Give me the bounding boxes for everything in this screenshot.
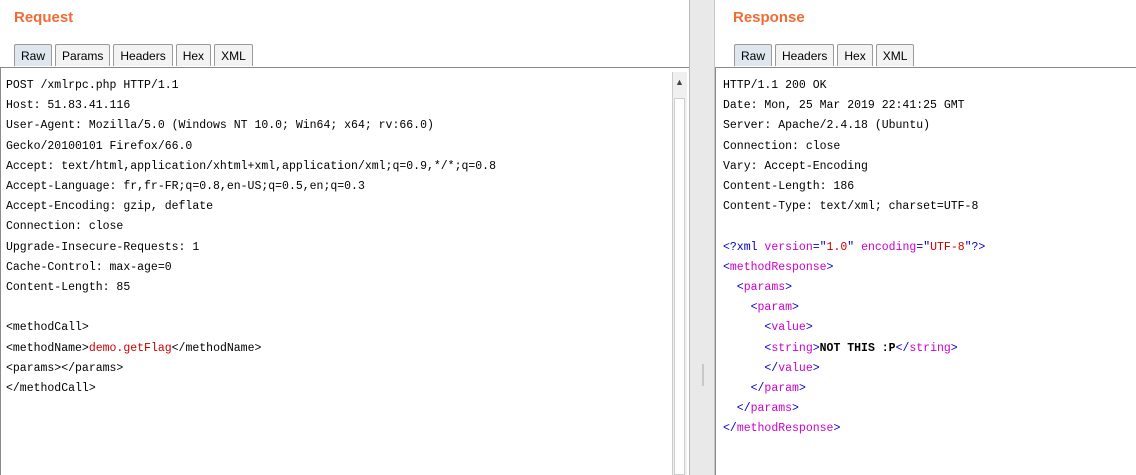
request-line: Accept-Encoding: gzip, deflate	[6, 200, 214, 214]
xml-tag: value	[771, 321, 806, 335]
request-tab-bar: Raw Params Headers Hex XML	[14, 44, 256, 66]
xml-string-value: NOT THIS :P	[819, 341, 896, 355]
xml-attr-value: UTF-8	[930, 240, 965, 254]
xml-markup: </	[723, 382, 765, 396]
tab-raw[interactable]: Raw	[14, 44, 53, 66]
xml-markup: <	[723, 281, 744, 295]
xml-markup: "?>	[964, 240, 986, 254]
xml-markup: <	[723, 321, 772, 335]
divider-grip[interactable]	[702, 364, 704, 386]
xml-tag: string	[909, 341, 951, 355]
method-name-value: demo.getFlag	[88, 341, 172, 355]
request-line: Content-Length: 85	[6, 281, 131, 295]
request-line: POST /xmlrpc.php HTTP/1.1	[6, 79, 179, 92]
tab-xml[interactable]: XML	[214, 44, 253, 66]
request-line: Cache-Control: max-age=0	[6, 260, 172, 274]
xml-markup: >	[950, 341, 958, 355]
xml-markup: >	[798, 382, 806, 396]
xml-markup: </	[723, 361, 779, 375]
xml-markup: </	[723, 422, 737, 436]
request-line: Gecko/20100101 Firefox/66.0	[6, 139, 193, 153]
xml-markup: ="	[812, 240, 827, 254]
xml-tag: methodResponse	[729, 260, 827, 274]
response-line: Server: Apache/2.4.18 (Ubuntu)	[723, 119, 931, 133]
xml-attr-name: version	[764, 240, 813, 254]
request-line: Connection: close	[6, 220, 124, 234]
response-text[interactable]: HTTP/1.1 200 OK Date: Mon, 25 Mar 2019 2…	[723, 76, 985, 440]
tab-headers[interactable]: Headers	[775, 44, 835, 66]
request-line: Host: 51.83.41.116	[6, 99, 131, 113]
request-body-line: </methodName>	[171, 341, 262, 355]
response-line: Content-Type: text/xml; charset=UTF-8	[723, 200, 979, 214]
response-title: Response	[733, 9, 805, 26]
xml-tag: param	[764, 382, 799, 396]
response-line: Vary: Accept-Encoding	[723, 159, 868, 173]
tab-xml[interactable]: XML	[875, 44, 915, 66]
xml-markup: ="	[916, 240, 931, 254]
request-scrollbar[interactable]: ▲	[672, 72, 687, 475]
tab-headers[interactable]: Headers	[113, 44, 173, 66]
request-body-line: <methodCall>	[6, 321, 89, 335]
response-line: Content-Length: 186	[723, 180, 855, 194]
xml-markup: <?xml	[723, 240, 765, 254]
xml-tag: params	[743, 281, 786, 295]
request-editor[interactable]: POST /xmlrpc.php HTTP/1.1 Host: 51.83.41…	[0, 67, 689, 475]
xml-markup: >	[792, 301, 799, 315]
xml-markup: <	[723, 301, 758, 315]
response-line: HTTP/1.1 200 OK	[723, 79, 827, 92]
xml-tag: param	[757, 301, 793, 315]
tab-hex[interactable]: Hex	[175, 44, 212, 66]
xml-markup: >	[812, 341, 820, 355]
xml-markup: >	[792, 402, 799, 416]
request-line: Accept: text/html,application/xhtml+xml,…	[6, 159, 496, 173]
xml-attr-value: 1.0	[826, 240, 848, 254]
scroll-up-arrow-icon[interactable]: ▲	[675, 77, 684, 87]
tab-hex[interactable]: Hex	[837, 44, 873, 66]
response-line: Connection: close	[723, 139, 841, 153]
xml-tag: params	[750, 402, 793, 416]
response-line: Date: Mon, 25 Mar 2019 22:41:25 GMT	[723, 99, 965, 113]
tab-raw[interactable]: Raw	[734, 44, 773, 66]
xml-markup: >	[785, 281, 793, 295]
split-pane-divider[interactable]	[689, 0, 715, 475]
xml-markup: >	[812, 361, 820, 375]
xml-markup: </	[723, 402, 751, 416]
scrollbar-thumb[interactable]	[674, 98, 685, 475]
request-body-line: <params></params>	[6, 361, 124, 375]
request-text[interactable]: POST /xmlrpc.php HTTP/1.1 Host: 51.83.41…	[6, 76, 496, 399]
xml-tag: value	[778, 361, 813, 375]
xml-tag: methodResponse	[736, 422, 834, 436]
request-body-line: </methodCall>	[6, 382, 96, 396]
xml-markup: "	[847, 240, 862, 254]
response-tab-bar: Raw Headers Hex XML	[734, 44, 917, 66]
response-panel: Response Raw Headers Hex XML HTTP/1.1 20…	[715, 0, 1136, 475]
request-line: User-Agent: Mozilla/5.0 (Windows NT 10.0…	[6, 119, 434, 133]
request-body-line: <methodName>	[6, 341, 89, 355]
response-editor[interactable]: HTTP/1.1 200 OK Date: Mon, 25 Mar 2019 2…	[715, 67, 1136, 475]
request-title: Request	[14, 9, 74, 26]
request-line: Accept-Language: fr,fr-FR;q=0.8,en-US;q=…	[6, 180, 365, 194]
xml-tag: string	[771, 341, 813, 355]
xml-markup: </	[895, 341, 910, 355]
xml-markup: >	[805, 321, 813, 335]
xml-attr-name: encoding	[861, 240, 917, 254]
xml-markup: >	[826, 260, 834, 274]
request-line: Upgrade-Insecure-Requests: 1	[6, 240, 200, 254]
xml-markup: <	[723, 341, 772, 355]
xml-markup: >	[833, 422, 841, 436]
tab-params[interactable]: Params	[55, 44, 111, 66]
xml-markup: <	[723, 260, 730, 274]
request-panel: Request Raw Params Headers Hex XML POST …	[0, 0, 689, 475]
